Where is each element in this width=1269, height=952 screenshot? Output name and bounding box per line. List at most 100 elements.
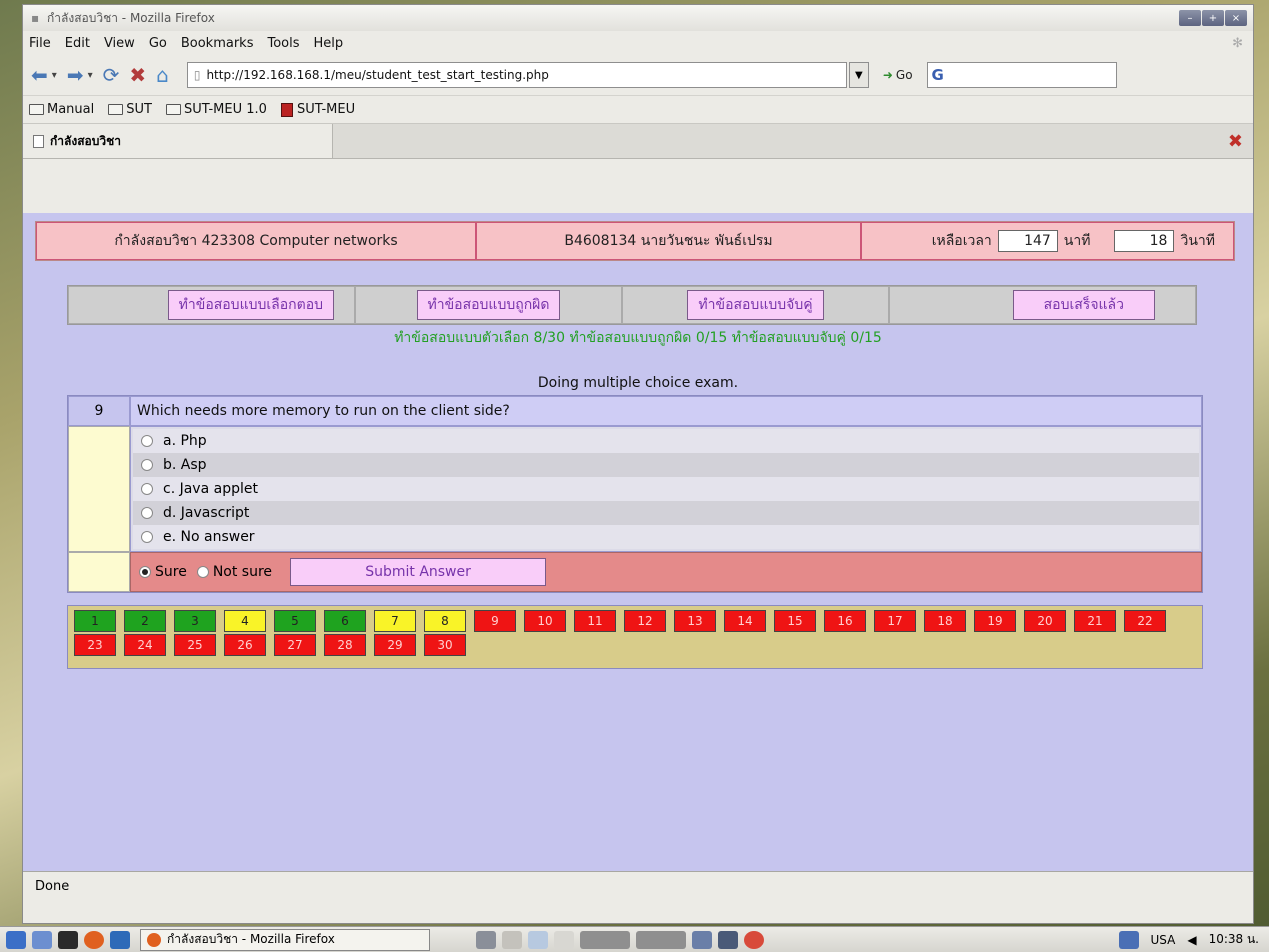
submit-answer-button[interactable]: Submit Answer [290, 558, 547, 586]
url-text: http://192.168.168.1/meu/student_test_st… [206, 68, 549, 82]
question-nav-15[interactable]: 15 [774, 610, 816, 632]
keyboard-layout[interactable]: USA [1151, 933, 1176, 947]
document-icon[interactable] [554, 930, 574, 949]
radio-checked-icon[interactable] [139, 566, 151, 578]
question-nav-29[interactable]: 29 [374, 634, 416, 656]
bookmark-manual[interactable]: Manual [29, 102, 94, 117]
question-nav-10[interactable]: 10 [524, 610, 566, 632]
question-nav-20[interactable]: 20 [1024, 610, 1066, 632]
question-nav-9[interactable]: 9 [474, 610, 516, 632]
forward-icon[interactable]: ➡ [67, 63, 84, 87]
page-icon [33, 134, 44, 148]
drive-icon[interactable] [580, 930, 630, 949]
radio-icon[interactable] [196, 566, 209, 578]
option-d[interactable]: d. Javascript [133, 501, 1199, 525]
exam-mode-text: Doing multiple choice exam. [537, 375, 739, 391]
clock[interactable]: 10:38 น. [1209, 930, 1259, 949]
question-nav-26[interactable]: 26 [224, 634, 266, 656]
question-nav-25[interactable]: 25 [174, 634, 216, 656]
search-input[interactable]: G [926, 62, 1117, 88]
option-b[interactable]: b. Asp [133, 453, 1199, 477]
notes-icon[interactable] [502, 930, 522, 949]
question-nav-28[interactable]: 28 [324, 634, 366, 656]
exam-mode-buttons: ทำข้อสอบแบบเลือกตอบ ทำข้อสอบแบบถูกผิด ทำ… [67, 285, 1197, 325]
question-nav-22[interactable]: 22 [1124, 610, 1166, 632]
menu-bookmarks[interactable]: Bookmarks [181, 36, 254, 51]
question-nav-18[interactable]: 18 [924, 610, 966, 632]
radio-icon[interactable] [141, 459, 153, 471]
radio-icon[interactable] [141, 507, 153, 519]
window-menu-icon[interactable]: ▪ [31, 11, 39, 25]
question-nav-16[interactable]: 16 [824, 610, 866, 632]
drive-icon[interactable] [636, 930, 686, 949]
terminal-icon[interactable] [58, 930, 78, 949]
option-a[interactable]: a. Php [133, 429, 1199, 453]
bookmark-sut[interactable]: SUT [108, 102, 152, 117]
multiple-choice-button[interactable]: ทำข้อสอบแบบเลือกตอบ [167, 290, 334, 320]
sure-radio[interactable]: Sure [139, 564, 187, 580]
not-sure-radio[interactable]: Not sure [196, 564, 272, 580]
question-nav-5[interactable]: 5 [274, 610, 316, 632]
question-nav-13[interactable]: 13 [674, 610, 716, 632]
maximize-button[interactable]: + [1202, 10, 1224, 26]
minimize-button[interactable]: – [1179, 10, 1201, 26]
question-nav-17[interactable]: 17 [874, 610, 916, 632]
volume-icon[interactable]: ◀ [1187, 933, 1196, 947]
url-dropdown-icon[interactable]: ▼ [848, 62, 869, 88]
menu-edit[interactable]: Edit [65, 36, 90, 51]
question-nav-30[interactable]: 30 [424, 634, 466, 656]
menu-view[interactable]: View [104, 36, 135, 51]
question-nav-21[interactable]: 21 [1074, 610, 1116, 632]
bookmark-sut-meu-1-0[interactable]: SUT-MEU 1.0 [165, 102, 267, 117]
question-nav-2[interactable]: 2 [124, 610, 166, 632]
question-nav-19[interactable]: 19 [974, 610, 1016, 632]
question-nav-4[interactable]: 4 [224, 610, 266, 632]
radio-icon[interactable] [141, 435, 153, 447]
home-icon[interactable]: ⌂ [156, 63, 169, 87]
matching-button[interactable]: ทำข้อสอบแบบจับคู่ [687, 290, 824, 320]
desktop-icon[interactable] [32, 930, 52, 949]
question-nav-12[interactable]: 12 [624, 610, 666, 632]
app-launcher-icon[interactable] [110, 930, 130, 949]
go-button[interactable]: ➜ Go [883, 68, 913, 82]
radio-icon[interactable] [141, 531, 153, 543]
question-nav-7[interactable]: 7 [374, 610, 416, 632]
media-icon[interactable] [476, 930, 496, 949]
question-nav-23[interactable]: 23 [74, 634, 116, 656]
option-e[interactable]: e. No answer [133, 525, 1199, 549]
question-nav-24[interactable]: 24 [124, 634, 166, 656]
url-bar[interactable]: ▯ http://192.168.168.1/meu/student_test_… [186, 62, 847, 88]
question-nav-1[interactable]: 1 [74, 610, 116, 632]
radio-icon[interactable] [141, 483, 153, 495]
menu-tools[interactable]: Tools [267, 36, 299, 51]
workspace-icon[interactable] [1118, 930, 1139, 949]
tab-current[interactable]: กำลังสอบวิชา [23, 124, 333, 158]
close-tab-icon[interactable]: ✖ [1228, 131, 1243, 152]
taskbar-firefox-task[interactable]: กำลังสอบวิชา - Mozilla Firefox [140, 928, 430, 951]
question-nav-8[interactable]: 8 [424, 610, 466, 632]
start-menu-icon[interactable] [6, 930, 26, 949]
finish-exam-button[interactable]: สอบเสร็จแล้ว [1012, 290, 1155, 320]
menu-help[interactable]: Help [314, 36, 344, 51]
question-nav-14[interactable]: 14 [724, 610, 766, 632]
bookmark-sut-meu[interactable]: SUT-MEU [280, 102, 355, 117]
question-nav-6[interactable]: 6 [324, 610, 366, 632]
true-false-button[interactable]: ทำข้อสอบแบบถูกผิด [416, 290, 561, 320]
power-icon[interactable] [744, 930, 764, 949]
network-icon[interactable] [718, 930, 738, 949]
search-icon[interactable] [528, 930, 548, 949]
reload-icon[interactable]: ⟳ [103, 63, 120, 87]
question-nav-27[interactable]: 27 [274, 634, 316, 656]
back-icon[interactable]: ⬅ [31, 63, 48, 87]
menu-file[interactable]: File [29, 36, 51, 51]
close-button[interactable]: × [1225, 10, 1247, 26]
stop-icon[interactable]: ✖ [129, 63, 146, 87]
menu-go[interactable]: Go [149, 36, 167, 51]
monitor-icon[interactable] [692, 930, 712, 949]
option-c[interactable]: c. Java applet [133, 477, 1199, 501]
question-nav-3[interactable]: 3 [174, 610, 216, 632]
forward-dropdown-icon[interactable]: ▾ [88, 70, 93, 81]
firefox-launcher-icon[interactable] [84, 930, 104, 949]
question-nav-11[interactable]: 11 [574, 610, 616, 632]
back-dropdown-icon[interactable]: ▾ [52, 70, 57, 81]
